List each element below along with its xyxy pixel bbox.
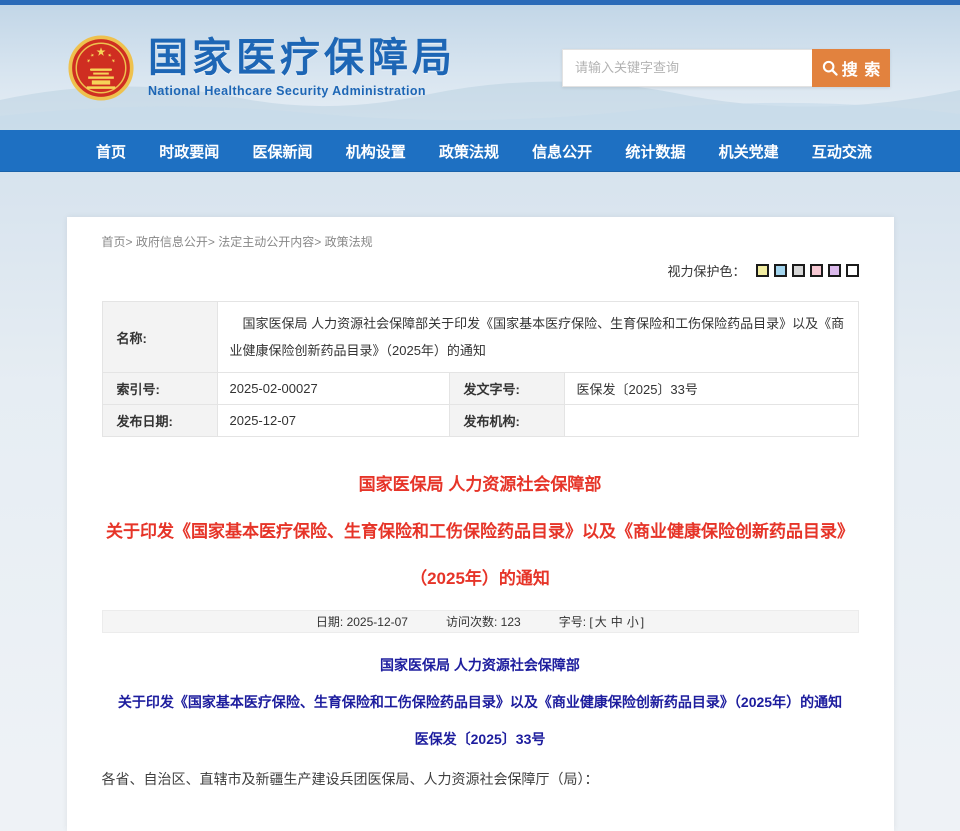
table-row: 名称: 国家医保局 人力资源社会保障部关于印发《国家基本医疗保险、生育保险和工伤… [102,302,858,373]
nav-item[interactable]: 信息公开 [532,141,592,162]
doc-puborg-label: 发布机构: [449,405,564,437]
color-swatch[interactable] [792,264,805,277]
search-icon [821,59,839,77]
breadcrumb-separator: > [126,235,136,249]
main-navigation: 首页 时政要闻 医保新闻 机构设置 政策法规 信息公开 统计数据 机关党建 互动… [0,130,960,172]
breadcrumb-item: 法定主动公开内容> [218,235,324,249]
color-swatch[interactable] [828,264,841,277]
breadcrumb-item: 政府信息公开> [136,235,218,249]
breadcrumb-link[interactable]: 政府信息公开 [136,235,208,249]
doc-name-value: 国家医保局 人力资源社会保障部关于印发《国家基本医疗保险、生育保险和工伤保险药品… [217,302,858,373]
nav-item[interactable]: 首页 [96,141,126,162]
article-body-heading: 国家医保局 人力资源社会保障部 关于印发《国家基本医疗保险、生育保险和工伤保险药… [102,647,859,758]
doc-pubdate-label: 发布日期: [102,405,217,437]
color-swatch[interactable] [810,264,823,277]
article-title-line: 国家医保局 人力资源社会保障部 [102,461,859,508]
site-header: 国家医疗保障局 National Healthcare Security Adm… [0,5,960,130]
color-swatch[interactable] [846,264,859,277]
search-input[interactable] [562,49,812,87]
breadcrumb: 首页> 政府信息公开> 法定主动公开内容> 政策法规 [102,230,859,250]
breadcrumb-link[interactable]: 首页 [102,235,126,249]
page-background: 首页> 政府信息公开> 法定主动公开内容> 政策法规 视力保护色： [0,172,960,780]
font-size-link[interactable]: 小 [627,615,639,629]
article-title-line: （2025年）的通知 [102,555,859,602]
national-emblem-logo [68,35,134,101]
breadcrumb-link[interactable]: 法定主动公开内容 [218,235,314,249]
breadcrumb-item: 政策法规 [325,235,373,249]
site-brand[interactable]: 国家医疗保障局 National Healthcare Security Adm… [68,35,456,101]
search-button[interactable]: 搜 索 [812,49,890,87]
doc-index-value: 2025-02-00027 [217,373,449,405]
site-title-english: National Healthcare Security Administrat… [148,84,456,98]
doc-index-label: 索引号: [102,373,217,405]
article-title-line: 关于印发《国家基本医疗保险、生育保险和工伤保险药品目录》以及《商业健康保险创新药… [102,508,859,555]
article-title: 国家医保局 人力资源社会保障部 关于印发《国家基本医疗保险、生育保险和工伤保险药… [102,461,859,602]
font-size-link[interactable]: 中 [611,615,623,629]
eye-protection-row: 视力保护色： [102,261,859,280]
breadcrumb-link[interactable]: 政策法规 [325,235,373,249]
article-body-heading-line: 医保发〔2025〕33号 [102,721,859,758]
doc-puborg-value [564,405,858,437]
table-row: 发布日期: 2025-12-07 发布机构: [102,405,858,437]
nav-item[interactable]: 时政要闻 [159,141,219,162]
eye-protection-label: 视力保护色： [667,261,745,280]
doc-name-label: 名称: [102,302,217,373]
site-search: 搜 索 [562,49,890,87]
nav-item[interactable]: 机构设置 [346,141,406,162]
eye-protection-swatches [751,264,859,277]
font-size-links: 大中小 [593,615,641,629]
article-body-paragraph: 各省、自治区、直辖市及新疆生产建设兵团医保局、人力资源社会保障厅（局）： [102,767,859,791]
meta-date: 日期: 2025-12-07 [316,613,408,630]
meta-font-size: 字号: [大中小] [559,613,644,630]
doc-pubdate-value: 2025-12-07 [217,405,449,437]
font-size-link[interactable]: 大 [595,615,607,629]
color-swatch[interactable] [756,264,769,277]
search-button-label: 搜 索 [842,56,881,80]
meta-visits: 访问次数: 123 [446,613,521,630]
site-title: 国家医疗保障局 [148,37,456,79]
breadcrumb-item: 首页> [102,235,136,249]
nav-item[interactable]: 政策法规 [439,141,499,162]
article-meta-bar: 日期: 2025-12-07 访问次数: 123 字号: [大中小] [102,610,859,633]
breadcrumb-separator: > [314,235,324,249]
nav-item[interactable]: 医保新闻 [252,141,312,162]
article-body-heading-line: 关于印发《国家基本医疗保险、生育保险和工伤保险药品目录》以及《商业健康保险创新药… [102,684,859,721]
document-info-table: 名称: 国家医保局 人力资源社会保障部关于印发《国家基本医疗保险、生育保险和工伤… [102,301,859,437]
table-row: 索引号: 2025-02-00027 发文字号: 医保发〔2025〕33号 [102,373,858,405]
color-swatch[interactable] [774,264,787,277]
content-box: 首页> 政府信息公开> 法定主动公开内容> 政策法规 视力保护色： [67,217,894,831]
article-body-heading-line: 国家医保局 人力资源社会保障部 [102,647,859,684]
breadcrumb-separator: > [208,235,218,249]
doc-number-label: 发文字号: [449,373,564,405]
doc-number-value: 医保发〔2025〕33号 [564,373,858,405]
nav-item[interactable]: 机关党建 [719,141,779,162]
nav-item[interactable]: 互动交流 [812,141,872,162]
nav-item[interactable]: 统计数据 [625,141,685,162]
